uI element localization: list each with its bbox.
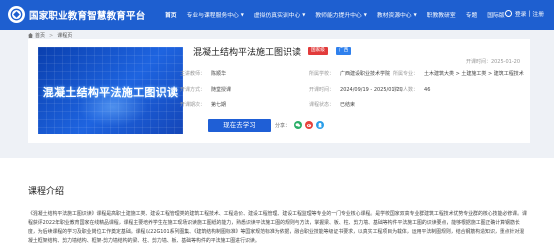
breadcrumb-current: 课程页 — [57, 33, 73, 39]
national-badge: 国家级 — [308, 47, 328, 55]
info-label: 学习人数： — [393, 87, 419, 93]
chevron-down-icon: ▼ — [240, 12, 244, 17]
learner-count: 46 — [424, 86, 431, 93]
nav-item-topics[interactable]: 专题 — [466, 10, 478, 19]
major-name: 土木建筑大类 > 土建施工类 > 建筑工程技术 — [424, 71, 524, 77]
site-title[interactable]: 国家职业教育智慧教育平台 — [29, 8, 145, 22]
info-label: 开课方式： — [180, 87, 206, 93]
info-session: 开课期次： 第七期 — [180, 101, 226, 108]
breadcrumb-separator: > — [49, 32, 54, 39]
course-cover-image: 混凝土结构平法施工图识读 — [38, 47, 183, 134]
qq-share-icon[interactable] — [316, 121, 324, 129]
user-area: 登录 | 注册 — [504, 9, 544, 18]
nav-item-virtual-training[interactable]: 虚拟仿真实训中心 ▼ — [254, 10, 305, 19]
chevron-down-icon: ▼ — [302, 12, 306, 17]
nav-item-textbook[interactable]: 教材资源中心 ▼ — [377, 10, 417, 19]
info-teacher: 主讲教师： 陈顺华 — [180, 70, 226, 77]
register-link[interactable]: 注册 — [532, 9, 544, 18]
course-detail-card: 混凝土结构平法施工图识读 混凝土结构平法施工图识读 国家级 广西 开课时间：20… — [28, 39, 530, 143]
info-mode: 开课方式： 随堂授课 — [180, 86, 231, 93]
intro-text: 《混凝土结构平法施工图识读》课程是高职土建施工类、建设工程管理类的建筑工程技术、… — [28, 211, 527, 244]
chevron-down-icon: ▼ — [413, 12, 417, 17]
share-label: 分享： — [275, 123, 291, 129]
wechat-share-icon[interactable] — [294, 121, 302, 129]
course-status: 已结束 — [340, 102, 356, 108]
top-header: 国家职业教育智慧教育平台 首页 专业与课程服务中心 ▼ 虚拟仿真实训中心 ▼ 教师能… — [0, 0, 554, 30]
nav-item-research[interactable]: 职教教研室 — [427, 10, 456, 19]
intro-heading: 课程介绍 — [28, 187, 65, 197]
user-icon — [504, 10, 512, 17]
info-learners: 学习人数： 46 — [393, 86, 431, 94]
info-status: 课程状态： 已结束 — [309, 101, 355, 108]
info-label: 所属专业： — [393, 71, 419, 77]
info-label: 课程状态： — [309, 102, 335, 108]
nav-item-teacher-ability[interactable]: 教师能力提升中心 ▼ — [315, 10, 366, 19]
chevron-down-icon: ▼ — [363, 12, 367, 17]
weibo-share-icon[interactable] — [305, 121, 313, 129]
session-number: 第七期 — [211, 102, 227, 108]
nav-item-major-course[interactable]: 专业与课程服务中心 ▼ — [187, 10, 244, 19]
teacher-name: 陈顺华 — [211, 71, 227, 77]
divider: | — [528, 10, 531, 17]
cover-title: 混凝土结构平法施工图识读 — [42, 86, 179, 99]
info-major: 所属专业： 土木建筑大类 > 土建施工类 > 建筑工程技术 — [393, 70, 524, 77]
breadcrumb: 首页 > 课程页 — [28, 32, 72, 39]
info-school: 所属学校： 广西建设职业技术学院 — [309, 70, 390, 77]
breadcrumb-home[interactable]: 首页 — [35, 32, 45, 39]
school-name: 广西建设职业技术学院 — [340, 71, 391, 77]
main-nav: 首页 专业与课程服务中心 ▼ 虚拟仿真实训中心 ▼ 教师能力提升中心 ▼ 教材资源中心… — [165, 10, 515, 19]
info-label: 开课期次： — [180, 102, 206, 108]
course-intro-section: 课程介绍 《混凝土结构平法施工图识读》课程是高职土建施工类、建设工程管理类的建筑… — [0, 158, 554, 246]
nav-item-home[interactable]: 首页 — [165, 10, 177, 19]
platform-logo-icon[interactable] — [8, 6, 25, 23]
home-icon — [28, 33, 33, 38]
nav-item-international[interactable]: 国际版 — [487, 10, 504, 19]
region-badge: 广西 — [336, 47, 352, 55]
info-label: 所属学校： — [309, 71, 335, 77]
info-time: 开课时间： 2024/09/19 - 2025/01/20 — [309, 86, 403, 94]
info-label: 主讲教师： — [180, 71, 206, 77]
study-now-button[interactable]: 现在去学习 — [208, 119, 271, 132]
course-title: 混凝土结构平法施工图识读 — [193, 48, 302, 58]
login-link[interactable]: 登录 — [515, 9, 527, 18]
teaching-mode: 随堂授课 — [211, 87, 232, 93]
start-date: 开课时间：2025-01-20 — [465, 59, 520, 65]
info-label: 开课时间： — [309, 87, 335, 93]
